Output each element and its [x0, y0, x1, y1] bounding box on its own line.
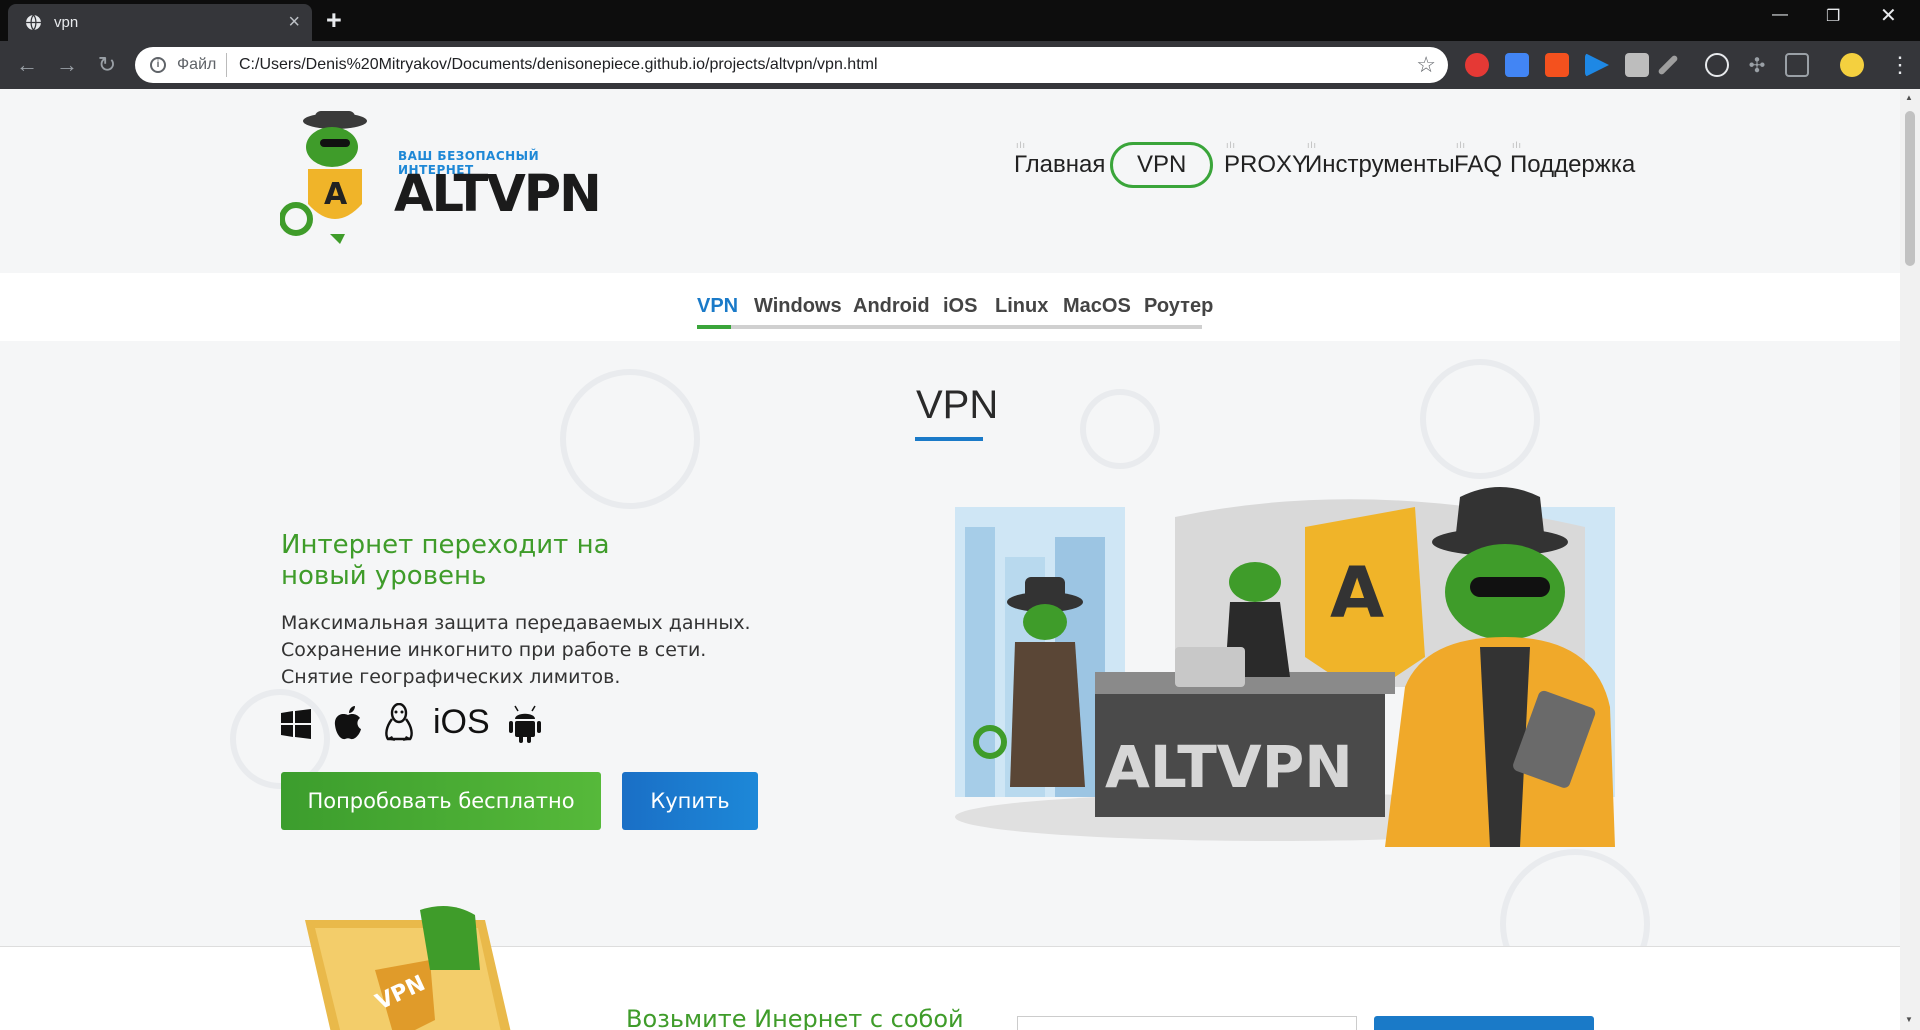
tab-strip: vpn × + — ❐ ✕: [0, 0, 1920, 41]
apple-icon: [334, 706, 361, 740]
tab-vpn[interactable]: VPN: [697, 295, 738, 318]
avatar[interactable]: [1840, 53, 1864, 77]
nav-item-tools[interactable]: ılı Инструменты: [1305, 140, 1455, 179]
scrollbar-thumb[interactable]: [1905, 111, 1915, 266]
star-icon[interactable]: ☆: [1416, 52, 1436, 78]
nav-item-vpn[interactable]: VPN: [1110, 142, 1214, 188]
tab-linux[interactable]: Linux: [995, 295, 1048, 318]
svg-text:A: A: [324, 177, 348, 212]
nav-item-label: Инструменты: [1305, 151, 1455, 178]
scheme-label: Файл: [177, 56, 217, 73]
extension-move-icon[interactable]: ✣: [1745, 53, 1769, 77]
restore-icon[interactable]: ❐: [1826, 6, 1840, 26]
close-icon[interactable]: ×: [288, 11, 300, 34]
nav-item-label: Поддержка: [1510, 151, 1636, 178]
tab-ios[interactable]: iOS: [943, 295, 977, 318]
scroll-down-icon[interactable]: ▼: [1905, 1015, 1913, 1024]
globe-icon: [26, 14, 41, 31]
os-tabs: VPN Windows Android iOS Linux MacOS Роут…: [697, 295, 1213, 329]
background-decoration: [1080, 389, 1160, 469]
nav-item-label: VPN: [1137, 151, 1187, 178]
divider: [226, 53, 227, 77]
feature-line: Сохранение инкогнито при работе в сети.: [281, 639, 707, 661]
address-bar[interactable]: i Файл C:/Users/Denis%20Mitryakov/Docume…: [135, 47, 1448, 83]
nav-item-label: FAQ: [1454, 151, 1503, 178]
bars-icon: ılı: [1512, 140, 1523, 150]
sub-nav: VPN Windows Android iOS Linux MacOS Роут…: [0, 273, 1900, 341]
background-decoration: [560, 369, 700, 509]
info-icon[interactable]: i: [150, 57, 166, 73]
title-underline: [915, 437, 983, 441]
url-text[interactable]: C:/Users/Denis%20Mitryakov/Documents/den…: [239, 56, 878, 74]
submit-button[interactable]: [1374, 1016, 1594, 1030]
nav-item-proxy[interactable]: ılı PROXY: [1224, 140, 1309, 179]
feature-line: Снятие географических лимитов.: [281, 666, 621, 688]
reload-icon[interactable]: ↻: [92, 50, 122, 80]
extension-translator-icon[interactable]: [1545, 53, 1569, 77]
nav-item-label: Главная: [1014, 151, 1106, 178]
illustration-sign: ALTVPN: [1105, 733, 1353, 801]
minimize-icon[interactable]: —: [1772, 6, 1788, 24]
tab-macos[interactable]: MacOS: [1063, 295, 1131, 318]
section-take-internet: Возьмите Инернет с собой: [0, 946, 1900, 1030]
nav-item-faq[interactable]: ılı FAQ: [1454, 140, 1503, 179]
tab-title: vpn: [54, 14, 79, 31]
page-title: VPN: [916, 383, 999, 427]
extension-translate-icon[interactable]: [1505, 53, 1529, 77]
bars-icon: ılı: [1456, 140, 1467, 150]
scrollbar[interactable]: ▲ ▼: [1900, 89, 1920, 1030]
extension-play-icon[interactable]: [1585, 53, 1609, 77]
linux-icon: [385, 703, 413, 741]
browser-tab[interactable]: vpn ×: [8, 4, 312, 41]
tab-android[interactable]: Android: [853, 295, 930, 318]
forward-icon[interactable]: →: [52, 50, 82, 80]
extension-react-icon[interactable]: [1705, 53, 1729, 77]
android-icon: [509, 705, 541, 743]
extension-gray-icon[interactable]: [1625, 53, 1649, 77]
bars-icon: ılı: [1307, 140, 1318, 150]
hero-heading: Интернет переходит на новый уровень: [281, 530, 610, 591]
windows-icon: [281, 709, 311, 739]
extension-adblock-icon[interactable]: [1465, 53, 1489, 77]
buy-button[interactable]: Купить: [622, 772, 758, 830]
background-decoration: [1420, 359, 1540, 479]
laptop-illustration: VPN: [305, 906, 511, 1030]
nav-item-home[interactable]: ılı Главная: [1014, 140, 1106, 179]
agents-illustration: A ALTVPN: [955, 487, 1615, 847]
nav-item-support[interactable]: ılı Поддержка: [1510, 140, 1636, 179]
menu-icon[interactable]: ⋮: [1885, 50, 1915, 80]
back-icon[interactable]: ←: [12, 50, 42, 80]
extension-pdf-icon[interactable]: [1785, 53, 1809, 77]
email-field[interactable]: [1017, 1016, 1357, 1030]
close-window-icon[interactable]: ✕: [1880, 3, 1897, 28]
tab-router[interactable]: Роутер: [1144, 295, 1213, 318]
browser-toolbar: ← → ↻ i Файл C:/Users/Denis%20Mitryakov/…: [0, 41, 1920, 89]
site-header: A ВАШ БЕЗОПАСНЫЙ ИНТЕРНЕТ ALTVPN ılı Гла…: [0, 89, 1900, 273]
nav-item-label: PROXY: [1224, 151, 1309, 178]
active-tab-underline: [697, 325, 731, 329]
brand-name: ALTVPN: [394, 165, 602, 224]
plus-icon[interactable]: +: [326, 5, 342, 36]
try-free-button[interactable]: Попробовать бесплатно: [281, 772, 601, 830]
hero-text: Максимальная защита передаваемых данных.…: [281, 610, 751, 691]
extension-pen-icon[interactable]: [1657, 54, 1679, 76]
ios-label: iOS: [433, 703, 490, 741]
bars-icon: ılı: [1226, 140, 1237, 150]
page: A ВАШ БЕЗОПАСНЫЙ ИНТЕРНЕТ ALTVPN ılı Гла…: [0, 89, 1900, 1030]
feature-line: Максимальная защита передаваемых данных.: [281, 612, 751, 634]
bars-icon: ılı: [1016, 140, 1027, 150]
chameleon-logo-icon: A: [280, 111, 367, 244]
tab-windows[interactable]: Windows: [754, 295, 842, 318]
scroll-up-icon[interactable]: ▲: [1905, 93, 1913, 102]
svg-text:A: A: [1330, 552, 1384, 634]
logo[interactable]: A ВАШ БЕЗОПАСНЫЙ ИНТЕРНЕТ ALTVPN: [280, 109, 610, 249]
section-heading: Возьмите Инернет с собой: [626, 1005, 964, 1030]
